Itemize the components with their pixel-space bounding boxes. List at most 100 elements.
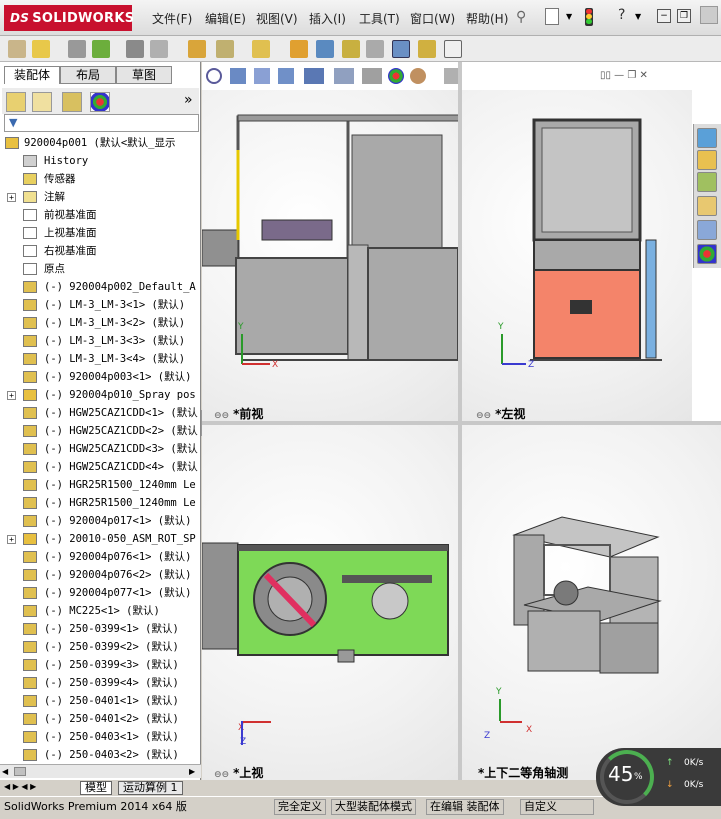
close-button[interactable] [700, 6, 718, 24]
link-views-icon[interactable]: ⊖⊖ [214, 770, 229, 780]
tree-item[interactable]: (-) LM-3_LM-3<4> (默认) [0, 350, 201, 368]
tab-scroll-icons[interactable]: ◀ ▶ ◀ ▶ [4, 782, 36, 791]
new-motion-study-icon[interactable] [290, 40, 308, 58]
expand-panel-icon[interactable]: » [184, 92, 193, 108]
mate-icon[interactable] [68, 40, 86, 58]
help-icon[interactable]: ? [618, 7, 625, 23]
design-library-icon[interactable] [697, 172, 717, 192]
smart-fasteners-icon[interactable] [126, 40, 144, 58]
home-icon[interactable] [697, 150, 717, 170]
chevron-down-icon[interactable]: ▼ [566, 12, 572, 21]
tree-item[interactable]: (-) LM-3_LM-3<2> (默认) [0, 314, 201, 332]
expand-toggle-icon[interactable]: + [7, 391, 16, 400]
tree-item[interactable]: (-) 250-0399<1> (默认) [0, 620, 201, 638]
tree-item[interactable]: 前视基准面 [0, 206, 201, 224]
zoom-to-fit-icon[interactable] [206, 68, 222, 84]
zoom-area-icon[interactable] [230, 68, 246, 84]
viewport-trimetric[interactable]: Y Z X [462, 425, 721, 780]
view-palette-icon[interactable] [697, 220, 717, 240]
scroll-right-icon[interactable]: ▶ [189, 767, 195, 776]
expand-toggle-icon[interactable]: + [7, 193, 16, 202]
menu-tools[interactable]: 工具(T) [359, 10, 400, 27]
apply-scene-icon[interactable] [410, 68, 426, 84]
expand-toggle-icon[interactable]: + [7, 535, 16, 544]
tree-item[interactable]: (-) 250-0401<2> (默认) [0, 710, 201, 728]
tab-layout[interactable]: 布局 [60, 66, 116, 84]
tree-item[interactable]: (-) HGW25CAZ1CDD<4> (默认 [0, 458, 201, 476]
instant3d-icon[interactable] [392, 40, 410, 58]
solidworks-logo[interactable]: DS SOLIDWORKS [4, 5, 134, 31]
help-chevron-icon[interactable]: ▼ [635, 12, 641, 21]
menu-view[interactable]: 视图(V) [256, 10, 298, 27]
tree-item[interactable]: (-) 250-0403<2> (默认) [0, 746, 201, 764]
tree-item[interactable]: (-) 920004p003<1> (默认) [0, 368, 201, 386]
view-settings-icon[interactable] [444, 68, 458, 84]
show-hidden-icon[interactable] [188, 40, 206, 58]
tree-item[interactable]: 原点 [0, 260, 201, 278]
viewport-splitter-horizontal[interactable] [202, 421, 721, 425]
tree-item[interactable]: (-) 250-0399<4> (默认) [0, 674, 201, 692]
file-explorer-icon[interactable] [697, 196, 717, 216]
tree-root[interactable]: 920004p001 (默认<默认_显示 [0, 134, 201, 152]
tree-horizontal-scrollbar[interactable]: ◀ ▶ [0, 764, 201, 778]
network-speed-widget[interactable]: 45 % ↑ 0K/s ↓ 0K/s [596, 748, 721, 806]
bill-of-materials-icon[interactable] [316, 40, 334, 58]
display-style-icon[interactable] [334, 68, 354, 84]
tree-item[interactable]: + (-) 20010-050_ASM_ROT_SP [0, 530, 201, 548]
large-assembly-mode-icon[interactable] [418, 40, 436, 58]
link-views-icon[interactable]: ⊖⊖ [214, 411, 229, 421]
tree-item[interactable]: (-) HGR25R1500_1240mm Le [0, 476, 201, 494]
link-views-icon[interactable]: ⊖⊖ [476, 411, 491, 421]
viewport-top[interactable]: X Z [202, 425, 458, 780]
property-manager-icon[interactable] [32, 92, 52, 112]
exploded-view-icon[interactable] [342, 40, 360, 58]
pattern-icon[interactable] [92, 40, 110, 58]
tab-assembly[interactable]: 装配体 [4, 66, 60, 84]
tab-sketch[interactable]: 草图 [116, 66, 172, 84]
section-view-icon[interactable] [278, 68, 294, 84]
tree-item[interactable]: (-) 250-0401<1> (默认) [0, 692, 201, 710]
tree-item[interactable]: (-) HGW25CAZ1CDD<2> (默认 [0, 422, 201, 440]
tree-item[interactable]: 上视基准面 [0, 224, 201, 242]
tree-item[interactable]: History [0, 152, 201, 170]
menu-file[interactable]: 文件(F) [152, 10, 192, 27]
insert-component-icon[interactable] [32, 40, 50, 58]
tree-item[interactable]: + (-) 920004p010_Spray pos [0, 386, 201, 404]
reference-geometry-icon[interactable] [252, 40, 270, 58]
tree-item[interactable]: (-) 920004p017<1> (默认) [0, 512, 201, 530]
status-units-custom[interactable]: 自定义 [520, 799, 594, 815]
assembly-features-icon[interactable] [216, 40, 234, 58]
tree-filter-input[interactable]: ▼ [4, 114, 199, 132]
tree-item[interactable]: (-) HGW25CAZ1CDD<3> (默认 [0, 440, 201, 458]
speedpak-icon[interactable] [444, 40, 462, 58]
menu-insert[interactable]: 插入(I) [309, 10, 346, 27]
tree-item[interactable]: (-) 920004p076<2> (默认) [0, 566, 201, 584]
tree-item[interactable]: (-) HGR25R1500_1240mm Le [0, 494, 201, 512]
tree-item[interactable]: (-) 920004p076<1> (默认) [0, 548, 201, 566]
minimize-button[interactable]: − [657, 9, 671, 23]
viewport-front[interactable]: Y X [202, 90, 458, 421]
feature-manager-icon[interactable] [6, 92, 26, 112]
tree-item[interactable]: (-) 250-0399<3> (默认) [0, 656, 201, 674]
edit-component-icon[interactable] [8, 40, 26, 58]
move-component-icon[interactable] [150, 40, 168, 58]
display-manager-icon[interactable] [90, 92, 110, 112]
tab-motion-study-1[interactable]: 运动算例 1 [118, 781, 183, 795]
viewport-left[interactable]: Y Z [462, 90, 692, 421]
tree-item[interactable]: (-) LM-3_LM-3<1> (默认) [0, 296, 201, 314]
pin-icon[interactable]: ⚲ [516, 9, 526, 25]
tree-item[interactable]: (-) 250-0399<2> (默认) [0, 638, 201, 656]
edit-appearance-icon[interactable] [388, 68, 404, 84]
scroll-thumb[interactable] [14, 767, 26, 776]
explode-line-sketch-icon[interactable] [366, 40, 384, 58]
tree-item[interactable]: 右视基准面 [0, 242, 201, 260]
tree-item[interactable]: (-) 250-0403<1> (默认) [0, 728, 201, 746]
restore-button[interactable]: ❐ [677, 9, 691, 23]
menu-help[interactable]: 帮助(H) [466, 10, 508, 27]
tree-item[interactable]: (-) HGW25CAZ1CDD<1> (默认 [0, 404, 201, 422]
solidworks-resources-icon[interactable] [697, 128, 717, 148]
tree-item[interactable]: (-) 920004p002_Default_A [0, 278, 201, 296]
scroll-left-icon[interactable]: ◀ [2, 767, 8, 776]
view-orientation-icon[interactable] [304, 68, 324, 84]
tree-item[interactable]: + 注解 [0, 188, 201, 206]
